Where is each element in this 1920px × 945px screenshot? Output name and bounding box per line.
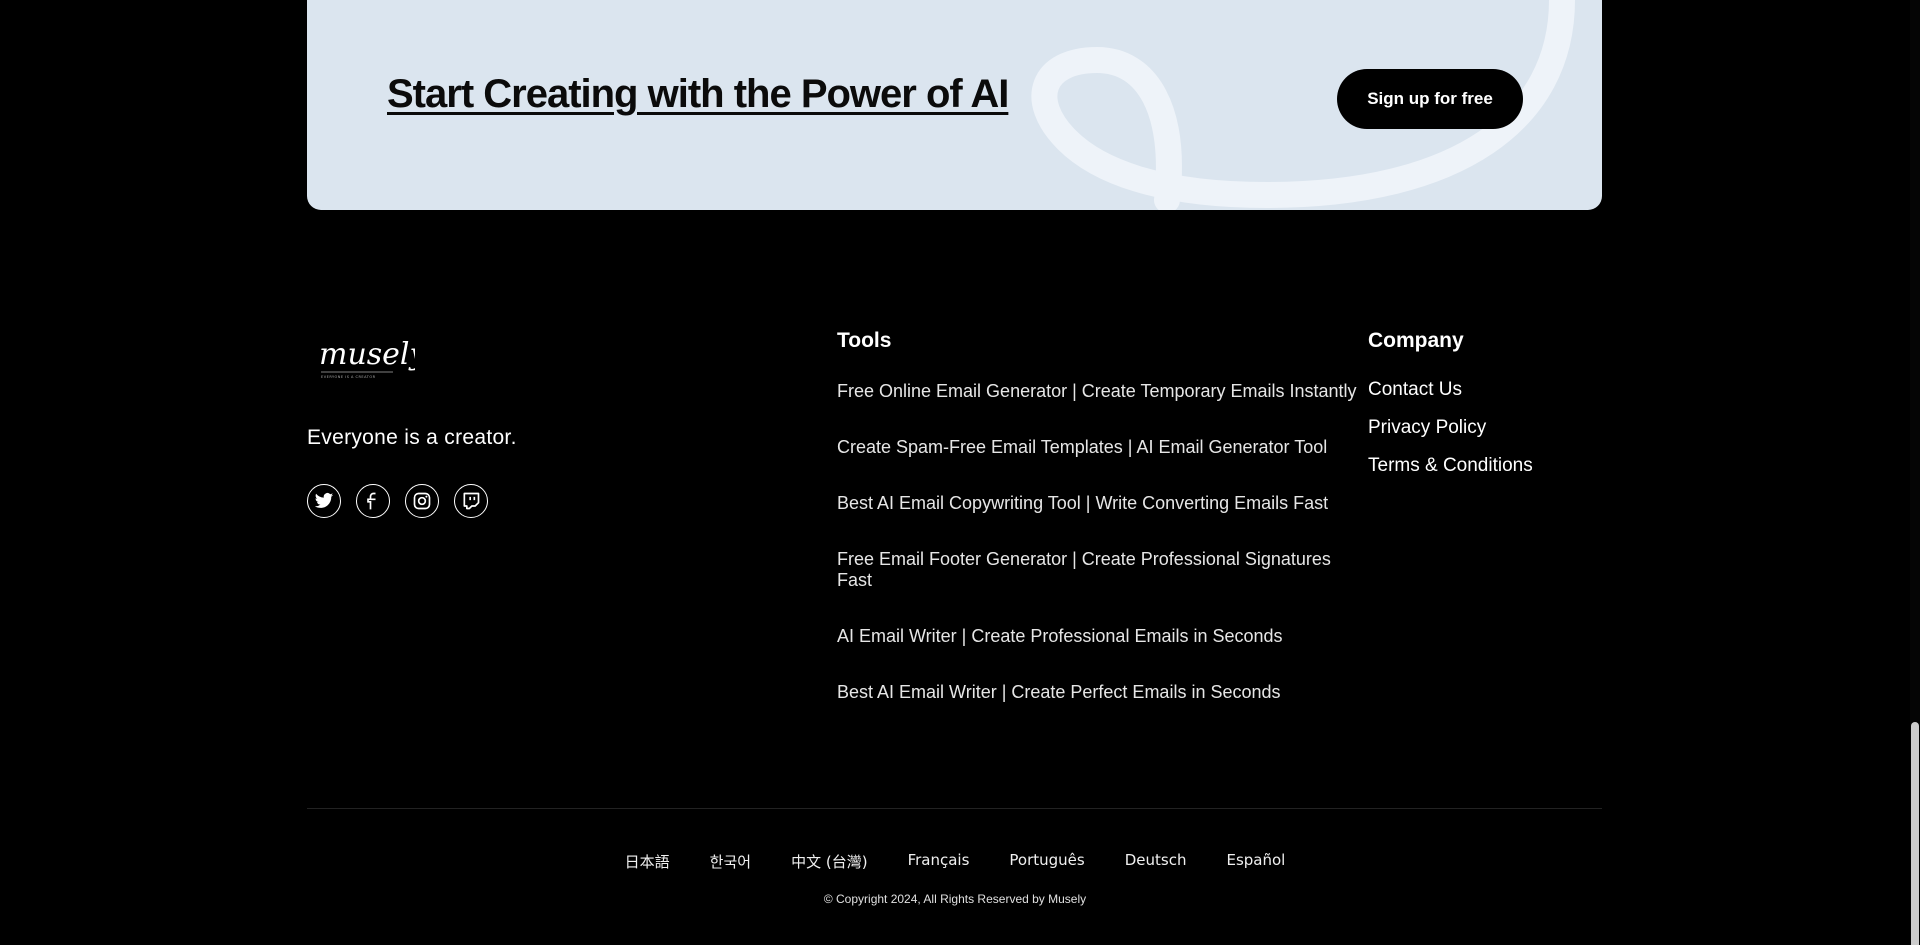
lang-german[interactable]: Deutsch [1125, 851, 1187, 872]
instagram-icon [413, 492, 431, 510]
scrollbar-thumb[interactable] [1911, 722, 1919, 945]
lang-spanish[interactable]: Español [1226, 851, 1285, 872]
logo-wordmark: musely [319, 337, 415, 372]
copyright-text: © Copyright 2024, All Rights Reserved by… [823, 892, 1087, 906]
sign-up-button[interactable]: Sign up for free [1337, 69, 1523, 129]
brand-tagline: Everyone is a creator. [307, 426, 517, 449]
tool-link-best-email-writer[interactable]: Best AI Email Writer | Create Perfect Em… [837, 682, 1357, 703]
company-list: Contact Us Privacy Policy Terms & Condit… [1368, 379, 1533, 493]
page-scrollbar[interactable] [1910, 0, 1920, 945]
twitch-link[interactable] [454, 484, 488, 518]
cta-banner: Start Creating with the Power of AI Sign… [307, 0, 1602, 210]
tool-link-email-generator[interactable]: Free Online Email Generator | Create Tem… [837, 381, 1357, 402]
twitter-link[interactable] [307, 484, 341, 518]
lang-french[interactable]: Français [908, 851, 970, 872]
musely-logo[interactable]: musely EVERYONE IS A CREATOR [315, 332, 428, 389]
company-heading: Company [1368, 329, 1464, 352]
lang-portuguese[interactable]: Português [1009, 851, 1084, 872]
footer-page: Start Creating with the Power of AI Sign… [0, 0, 1920, 945]
facebook-icon [367, 492, 376, 510]
instagram-link[interactable] [405, 484, 439, 518]
tools-list: Free Online Email Generator | Create Tem… [837, 381, 1357, 703]
tool-link-copywriting[interactable]: Best AI Email Copywriting Tool | Write C… [837, 493, 1357, 514]
logo-subtext: EVERYONE IS A CREATOR [321, 375, 376, 379]
tool-link-footer-generator[interactable]: Free Email Footer Generator | Create Pro… [837, 549, 1357, 591]
tool-link-email-writer[interactable]: AI Email Writer | Create Professional Em… [837, 626, 1357, 647]
privacy-policy-link[interactable]: Privacy Policy [1368, 417, 1533, 439]
contact-us-link[interactable]: Contact Us [1368, 379, 1533, 401]
social-links [307, 484, 488, 518]
twitter-icon [314, 493, 334, 508]
tools-heading: Tools [837, 329, 892, 352]
twitch-icon [463, 492, 480, 510]
footer-divider [307, 808, 1602, 809]
lang-chinese-tw[interactable]: 中文 (台灣) [791, 851, 867, 872]
language-switcher: 日本語 한국어 中文 (台灣) Français Português Deuts… [0, 851, 1910, 872]
lang-korean[interactable]: 한국어 [710, 851, 751, 872]
lang-japanese[interactable]: 日本語 [625, 851, 670, 872]
facebook-link[interactable] [356, 484, 390, 518]
terms-conditions-link[interactable]: Terms & Conditions [1368, 455, 1533, 477]
tool-link-spam-free-templates[interactable]: Create Spam-Free Email Templates | AI Em… [837, 437, 1357, 458]
cta-title-link[interactable]: Start Creating with the Power of AI [387, 72, 1009, 117]
